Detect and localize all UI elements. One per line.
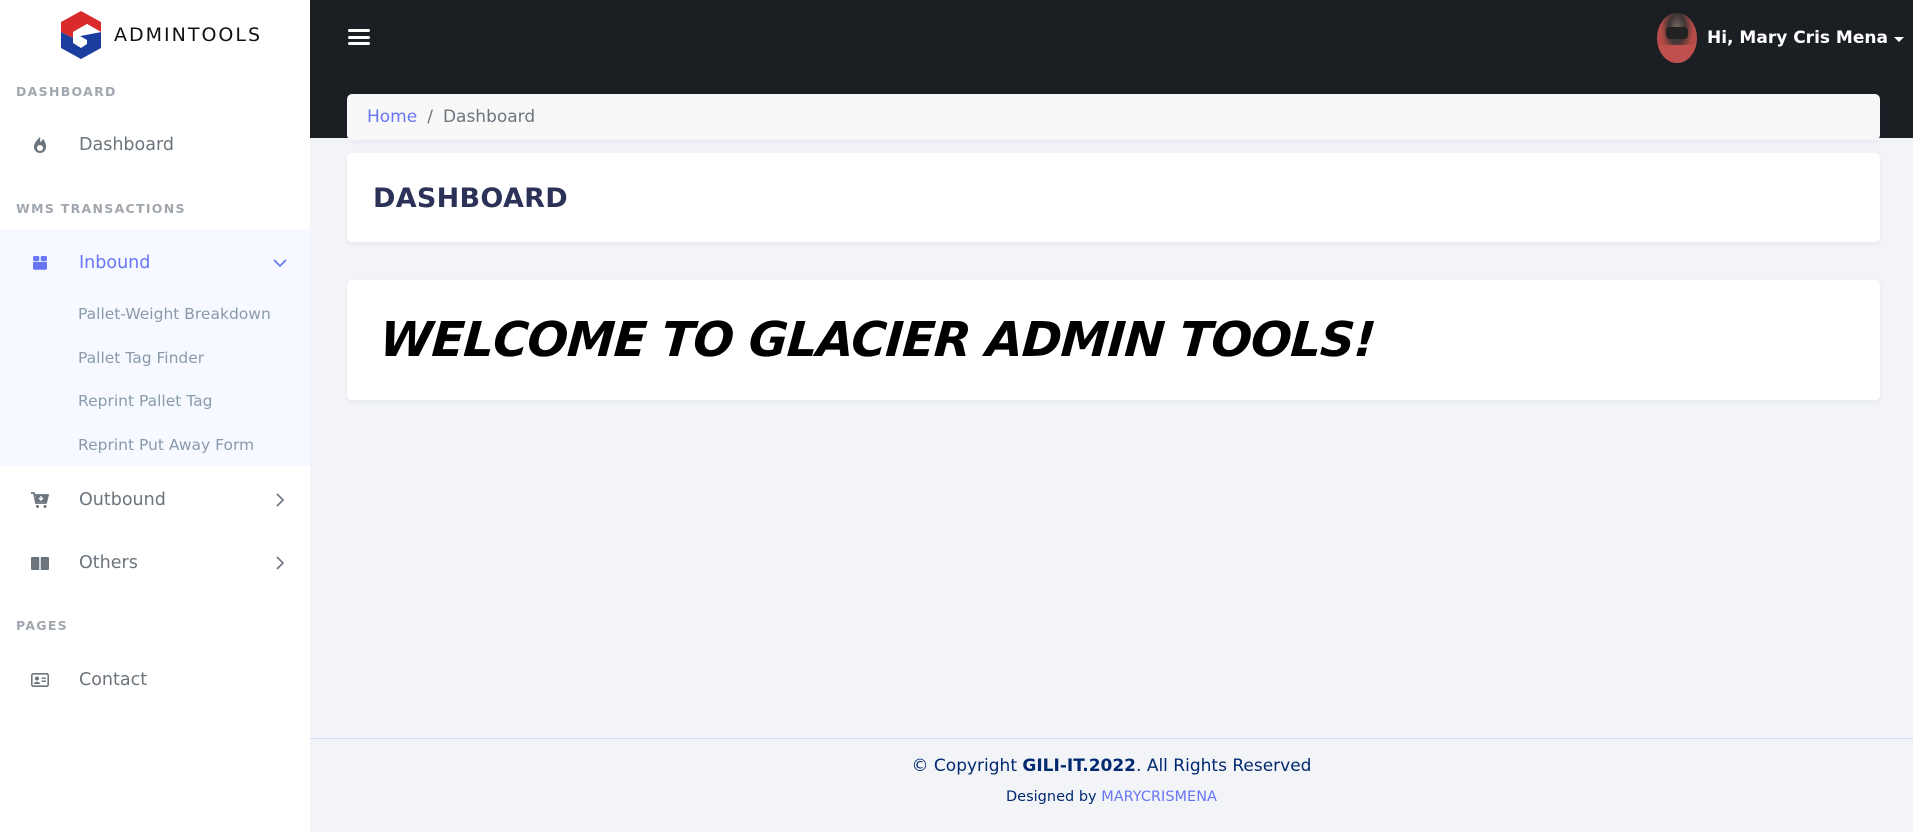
credits-text: Designed by MARYCRISMENA: [310, 789, 1913, 805]
welcome-heading: WELCOME TO GLACIER ADMIN TOOLS!: [378, 312, 1377, 368]
sidebar-item-others[interactable]: Others: [0, 539, 310, 587]
chevron-right-icon: [272, 492, 288, 508]
designer-link[interactable]: MARYCRISMENA: [1101, 789, 1217, 805]
breadcrumb-home-link[interactable]: Home: [367, 107, 417, 127]
sidebar-item-label: Inbound: [79, 253, 151, 273]
page-title: DASHBOARD: [373, 183, 568, 214]
book-icon: [30, 553, 50, 573]
sidebar: ADMINTOOLS DASHBOARD Dashboard WMS TRANS…: [0, 0, 310, 832]
copyright-owner: GILI-IT.2022: [1022, 756, 1137, 776]
section-label-wms-transactions: WMS TRANSACTIONS: [16, 201, 186, 216]
designed-by-prefix: Designed by: [1006, 789, 1102, 805]
brand-logo-link[interactable]: ADMINTOOLS: [58, 9, 262, 61]
footer: © Copyright GILI-IT.2022. All Rights Res…: [310, 738, 1913, 832]
page-title-card: DASHBOARD: [347, 153, 1880, 242]
breadcrumb: Home / Dashboard: [347, 94, 1880, 140]
flame-icon: [30, 135, 50, 155]
sidebar-subitem-reprint-pallet-tag[interactable]: Reprint Pallet Tag: [78, 392, 213, 410]
id-card-icon: [30, 670, 50, 690]
cart-icon: [30, 490, 50, 510]
copyright-suffix: . All Rights Reserved: [1136, 756, 1312, 776]
user-greeting: Hi, Mary Cris Mena: [1707, 28, 1888, 48]
sidebar-item-outbound[interactable]: Outbound: [0, 476, 310, 524]
section-label-pages: PAGES: [16, 618, 68, 633]
copyright-text: © Copyright GILI-IT.2022. All Rights Res…: [310, 756, 1913, 776]
brand-name: ADMINTOOLS: [114, 24, 262, 46]
sidebar-item-contact[interactable]: Contact: [0, 656, 310, 704]
hexagon-g-logo-icon: [61, 11, 101, 59]
hamburger-icon[interactable]: [348, 27, 370, 47]
sidebar-item-label: Dashboard: [79, 135, 174, 155]
avatar: [1657, 13, 1697, 63]
section-label-dashboard: DASHBOARD: [16, 84, 117, 99]
sidebar-item-label: Others: [79, 553, 138, 573]
chevron-down-icon: [272, 255, 288, 271]
welcome-card: WELCOME TO GLACIER ADMIN TOOLS!: [347, 280, 1880, 400]
sidebar-subitem-pallet-tag-finder[interactable]: Pallet Tag Finder: [78, 349, 204, 367]
sidebar-subitem-pallet-weight-breakdown[interactable]: Pallet-Weight Breakdown: [78, 305, 271, 323]
sidebar-item-inbound[interactable]: Inbound: [0, 239, 310, 287]
sidebar-item-label: Outbound: [79, 490, 166, 510]
sidebar-item-dashboard[interactable]: Dashboard: [0, 121, 310, 169]
sidebar-item-label: Contact: [79, 670, 148, 690]
breadcrumb-separator: /: [427, 107, 433, 127]
sidebar-subitem-reprint-put-away-form[interactable]: Reprint Put Away Form: [78, 436, 254, 454]
breadcrumb-current: Dashboard: [442, 107, 536, 127]
caret-down-icon: [1893, 36, 1904, 42]
chevron-right-icon: [272, 555, 288, 571]
user-menu-dropdown[interactable]: Hi, Mary Cris Mena: [1657, 12, 1904, 64]
box-icon: [30, 253, 50, 273]
copyright-prefix: © Copyright: [911, 756, 1023, 776]
